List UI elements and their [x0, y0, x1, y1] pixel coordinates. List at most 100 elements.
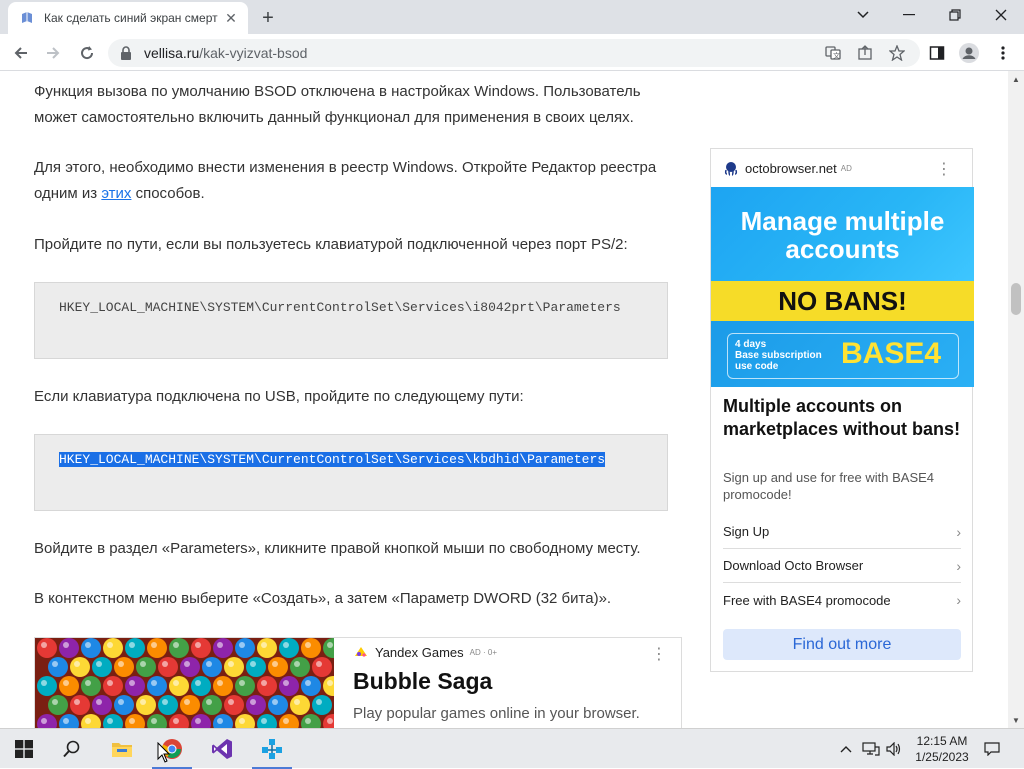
back-icon[interactable] [8, 40, 34, 66]
svg-text:文: 文 [833, 51, 840, 60]
registry-path-code[interactable]: HKEY_LOCAL_MACHINE\SYSTEM\CurrentControl… [34, 282, 668, 359]
bubble [136, 657, 156, 677]
bubble-highlight [294, 699, 300, 705]
restore-icon[interactable] [932, 0, 978, 30]
bubble-highlight [283, 642, 289, 648]
minimize-icon[interactable] [886, 0, 932, 30]
bubble-highlight [74, 699, 80, 705]
bubble-highlight [272, 699, 278, 705]
bottom-ad[interactable]: Yandex Games AD · 0+ ⋮ Bubble Saga Play … [34, 637, 682, 728]
promo-small-text: 4 days Base subscription use code [735, 339, 822, 372]
file-explorer-icon[interactable] [98, 729, 146, 769]
bubble [246, 695, 266, 715]
bubble [147, 638, 167, 658]
bubble-game-image[interactable] [35, 638, 334, 728]
bubble-highlight [129, 642, 135, 648]
bubble [191, 676, 211, 696]
notifications-icon[interactable] [980, 729, 1004, 769]
new-tab-button[interactable]: + [256, 6, 280, 30]
chevron-right-icon: › [956, 557, 961, 574]
clock-date: 1/25/2023 [915, 750, 969, 764]
bubble-highlight [85, 642, 91, 648]
tab-active[interactable]: Как сделать синий экран смерт ✕ [8, 2, 248, 34]
ways-link[interactable]: этих [101, 185, 131, 202]
bubble-highlight [118, 699, 124, 705]
bubble-highlight [261, 680, 267, 686]
lock-icon[interactable] [120, 46, 134, 60]
show-hidden-icons-icon[interactable] [836, 729, 856, 769]
bubble-highlight [316, 661, 322, 667]
ad-link-sign-up[interactable]: Sign Up › [723, 515, 961, 549]
ad-options-icon[interactable]: ⋮ [936, 159, 952, 179]
bubble [312, 695, 332, 715]
ad-options-icon[interactable]: ⋮ [651, 644, 667, 664]
bubble [125, 638, 145, 658]
ad-title[interactable]: Multiple accounts on marketplaces withou… [723, 395, 963, 441]
chrome-icon[interactable] [148, 729, 196, 769]
bubble [158, 695, 178, 715]
reload-icon[interactable] [74, 40, 100, 66]
network-status-icon[interactable] [860, 729, 882, 769]
tab-search-icon[interactable] [840, 0, 886, 30]
bubble-highlight [151, 642, 157, 648]
side-panel-icon[interactable] [924, 40, 950, 66]
translate-icon[interactable]: 文 [820, 40, 846, 66]
browser-toolbar: vellisa.ru/kak-vyizvat-bsod 文 [0, 34, 1024, 71]
volume-icon[interactable] [884, 729, 904, 769]
bubble-highlight [173, 680, 179, 686]
ad-banner-image[interactable]: Manage multiple accounts NO BANS! 4 days… [711, 187, 974, 387]
bubble-highlight [206, 661, 212, 667]
menu-kebab-icon[interactable] [990, 40, 1016, 66]
network-app-icon[interactable] [248, 729, 296, 769]
bubble [301, 638, 321, 658]
bubble [37, 676, 57, 696]
visual-studio-icon[interactable] [198, 729, 246, 769]
bubble-highlight [250, 661, 256, 667]
bubble [235, 638, 255, 658]
bubble [59, 638, 79, 658]
address-bar[interactable]: vellisa.ru/kak-vyizvat-bsod [108, 39, 920, 67]
bubble-highlight [118, 661, 124, 667]
bubble-highlight [239, 642, 245, 648]
page-scrollbar[interactable]: ▲ ▼ [1008, 71, 1024, 728]
windows-start-icon[interactable] [0, 729, 48, 769]
scroll-down-icon[interactable]: ▼ [1008, 712, 1024, 728]
ad-link-promocode[interactable]: Free with BASE4 promocode › [723, 583, 961, 617]
yandex-games-icon [353, 644, 369, 660]
bubble [59, 676, 79, 696]
forward-icon[interactable] [40, 40, 66, 66]
bubble-highlight [140, 661, 146, 667]
registry-path-code-selected[interactable]: HKEY_LOCAL_MACHINE\SYSTEM\CurrentControl… [34, 434, 668, 511]
bubble-highlight [195, 680, 201, 686]
bubble-highlight [41, 680, 47, 686]
chevron-right-icon: › [956, 523, 961, 540]
bubble-highlight [63, 718, 69, 724]
bubble-highlight [184, 661, 190, 667]
book-icon [20, 11, 34, 25]
ad-source-row: Yandex Games AD · 0+ [353, 644, 497, 660]
bubble-highlight [85, 718, 91, 724]
scroll-up-icon[interactable]: ▲ [1008, 71, 1024, 87]
bookmark-star-icon[interactable] [884, 40, 910, 66]
bubble-highlight [74, 661, 80, 667]
bubble [213, 638, 233, 658]
bubble-highlight [162, 661, 168, 667]
profile-avatar-icon[interactable] [956, 40, 982, 66]
scrollbar-thumb[interactable] [1011, 283, 1021, 315]
bubble-highlight [316, 699, 322, 705]
tab-title: Как сделать синий экран смерт [44, 11, 218, 25]
bubble-highlight [107, 680, 113, 686]
search-icon[interactable] [48, 729, 96, 769]
share-icon[interactable] [852, 40, 878, 66]
close-window-icon[interactable] [978, 0, 1024, 30]
sidebar-ad[interactable]: octobrowser.net AD ⋮ Manage multiple acc… [710, 148, 974, 672]
bubble [169, 676, 189, 696]
tab-close-icon[interactable]: ✕ [222, 9, 240, 27]
ad-title[interactable]: Bubble Saga [353, 668, 492, 695]
system-clock[interactable]: 12:15 AM 1/25/2023 [906, 733, 978, 765]
selected-text: HKEY_LOCAL_MACHINE\SYSTEM\CurrentControl… [59, 452, 606, 467]
find-out-more-button[interactable]: Find out more [723, 629, 961, 660]
ad-description: Play popular games online in your browse… [353, 705, 640, 722]
bubble-highlight [140, 699, 146, 705]
ad-link-download[interactable]: Download Octo Browser › [723, 549, 961, 583]
